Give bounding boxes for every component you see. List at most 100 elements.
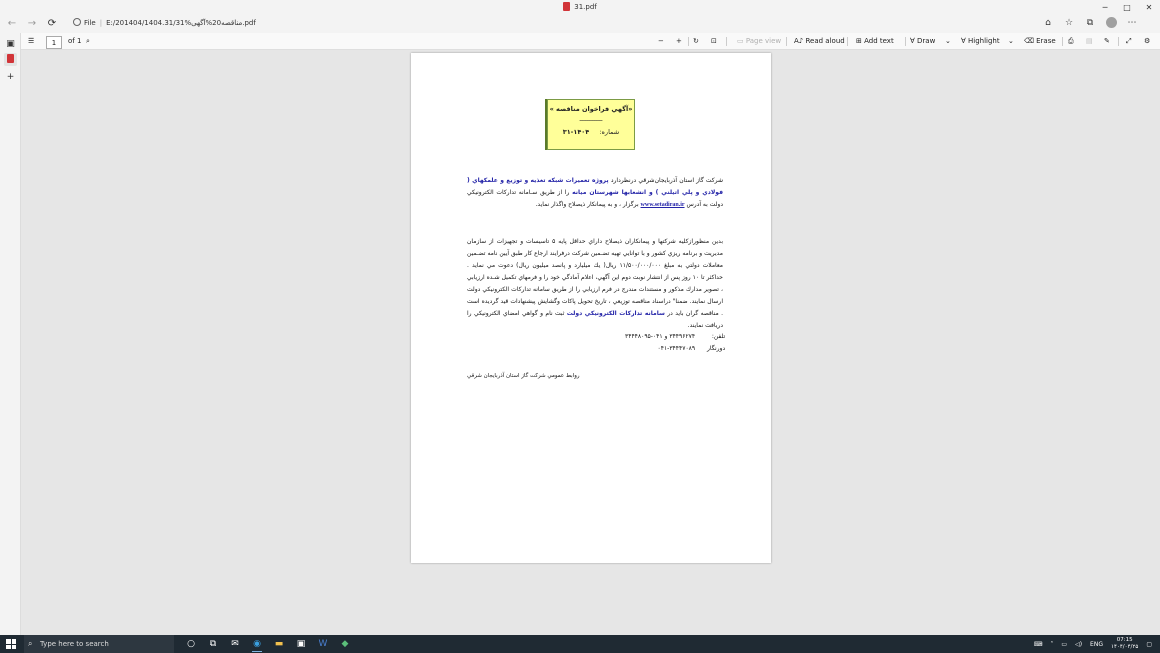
read-aloud-label: Read aloud (805, 37, 845, 45)
notifications-icon[interactable]: ▢ (1146, 641, 1152, 648)
back-icon[interactable]: ← (5, 17, 19, 31)
find-search-icon[interactable]: ⌕ (86, 35, 90, 48)
volume-icon[interactable]: ◁) (1075, 641, 1082, 648)
zoom-out-icon[interactable]: − (658, 35, 664, 48)
draw-label: Draw (917, 37, 936, 45)
save-icon[interactable]: ▤ (1086, 35, 1093, 48)
file-path[interactable]: E:/201404/1404.31/31%مناقصه20%آگهی.pdf (106, 19, 256, 27)
search-placeholder: Type here to search (40, 640, 109, 648)
setad-system-name: سامانه تداركات الكترونيكي دولت (566, 310, 665, 317)
public-relations-signature: روابط عمومي شركت گاز استان آذربايجان شرق… (467, 373, 580, 379)
window-title-text: 31.pdf (574, 3, 597, 11)
favorites-star-icon[interactable]: ☆ (1063, 17, 1075, 29)
page-view-icon: ▭ (737, 37, 746, 45)
mail-icon[interactable]: ✉ (224, 635, 246, 653)
toolbar-divider (905, 37, 906, 46)
pdf-toolbar: ☰ 1 of 1 ⌕ − + ↻ ⊡ ▭ Page view A♪ Read a… (21, 33, 1160, 50)
page-view-label: Page view (745, 37, 782, 45)
fit-page-icon[interactable]: ⊡ (711, 35, 717, 48)
highlight-dropdown-chevron-icon[interactable]: ⌄ (1008, 35, 1014, 48)
notice-header-box: «آگهي فراخوان مناقصه » ـــــــــــــ شما… (547, 99, 635, 150)
profile-avatar[interactable] (1105, 17, 1117, 29)
network-icon[interactable]: ▭ (1061, 641, 1067, 648)
fax-value: ۰۴۱-۳۴۴۴۷۰۸۹ (657, 345, 696, 352)
draw-dropdown-chevron-icon[interactable]: ⌄ (945, 35, 951, 48)
contact-info: تلفن: ۳۴۴۹۶۲۷۴ و ۰۴۱-۳۴۴۴۸۰۹۵ دورنگار ۰۴۱-… (625, 331, 725, 355)
pdf-page[interactable]: «آگهي فراخوان مناقصه » ـــــــــــــ شما… (411, 53, 771, 563)
notice-number: ۱۴۰۴-۳۱ (562, 128, 590, 136)
erase-button[interactable]: ⌫ Erase (1024, 35, 1056, 48)
rotate-icon[interactable]: ↻ (693, 35, 699, 48)
edge-browser-icon[interactable]: ◉ (246, 635, 268, 653)
page-count-label: of 1 (68, 37, 82, 45)
toolbar-divider (1062, 37, 1063, 46)
store-icon[interactable]: ▣ (290, 635, 312, 653)
print-icon[interactable]: ⎙ (1068, 35, 1074, 48)
notice-number-line: شماره: ۱۴۰۴-۳۱ (548, 128, 634, 136)
tender-paragraph-1: شركت گاز استان آذربايجان‌شرقي درنظردارد … (467, 175, 723, 211)
pdf-file-icon (563, 2, 571, 11)
close-button[interactable]: ✕ (1138, 0, 1160, 15)
setadiran-link[interactable]: www.setadiran.ir (641, 202, 685, 208)
toolbar-divider (726, 37, 727, 46)
file-explorer-icon[interactable]: ▬ (268, 635, 290, 653)
collections-icon[interactable]: ⧉ (1084, 17, 1096, 29)
url-field[interactable]: File | E:/201404/1404.31/31%مناقصه20%آگهی.… (69, 16, 1049, 31)
forward-icon[interactable]: → (25, 17, 39, 31)
toolbar-divider (1118, 37, 1119, 46)
add-text-button[interactable]: ⊞ Add text (856, 35, 894, 48)
page-view-button[interactable]: ▭ Page view (737, 35, 781, 48)
notice-dashes: ـــــــــــــ (579, 116, 603, 123)
highlight-button[interactable]: ∀ Highlight (961, 35, 1000, 48)
task-view-icon[interactable]: ⧉ (202, 635, 224, 653)
paragraph-2-text: بدين منظوراز‌كليه شركتها و پيمانكاران ذي… (467, 238, 724, 317)
save-as-icon[interactable]: ✎ (1104, 35, 1110, 48)
cortana-circle-icon[interactable]: ○ (180, 635, 202, 653)
settings-gear-icon[interactable]: ⚙ (1144, 35, 1150, 48)
word-icon[interactable]: W (312, 635, 334, 653)
tab-actions-icon[interactable]: ▣ (4, 38, 17, 51)
read-mode-icon[interactable]: ⌂ (1042, 17, 1054, 29)
draw-button[interactable]: ∀ Draw (910, 35, 935, 48)
keyboard-icon[interactable]: ⌨ (1034, 641, 1043, 648)
clock-date: ۱۴۰۴/۰۴/۲۵ (1110, 644, 1139, 650)
phone-row: تلفن: ۳۴۴۹۶۲۷۴ و ۰۴۱-۳۴۴۴۸۰۹۵ (625, 331, 725, 343)
taskbar: ⌕ Type here to search ○ ⧉ ✉ ◉ ▬ ▣ W ◆ ⌨ ˄… (0, 635, 1160, 653)
zoom-in-icon[interactable]: + (676, 35, 682, 48)
phone-value: ۳۴۴۹۶۲۷۴ و ۰۴۱-۳۴۴۴۸۰۹۵ (625, 333, 696, 340)
highlight-icon: ∀ (961, 37, 969, 45)
app-icon[interactable]: ◆ (334, 635, 356, 653)
more-menu-icon[interactable]: ⋯ (1126, 17, 1138, 29)
toolbar-divider (847, 37, 848, 46)
read-aloud-button[interactable]: A♪ Read aloud (794, 35, 845, 48)
language-indicator[interactable]: ENG (1090, 641, 1103, 648)
clock[interactable]: 07:15 ۱۴۰۴/۰۴/۲۵ (1111, 637, 1138, 651)
windows-start-icon[interactable] (6, 639, 16, 649)
tender-paragraph-2: بدين منظوراز‌كليه شركتها و پيمانكاران ذي… (467, 236, 723, 332)
contents-list-icon[interactable]: ☰ (28, 35, 34, 48)
toolbar-divider (786, 37, 787, 46)
address-separator: | (99, 19, 103, 27)
notice-number-label: شماره: (599, 128, 620, 136)
minimize-button[interactable]: ─ (1094, 0, 1116, 15)
phone-label: تلفن: (711, 333, 726, 340)
info-icon[interactable] (73, 18, 81, 26)
erase-label: Erase (1036, 37, 1056, 45)
draw-icon: ∀ (910, 37, 918, 45)
page-number-input[interactable]: 1 (46, 36, 62, 49)
fax-row: دورنگار ۰۴۱-۳۴۴۴۷۰۸۹ (625, 343, 726, 355)
new-tab-plus-icon[interactable]: + (4, 71, 17, 84)
fullscreen-icon[interactable]: ⤢ (1126, 35, 1132, 48)
search-icon: ⌕ (28, 639, 33, 648)
taskbar-search-box[interactable]: ⌕ Type here to search (24, 635, 174, 653)
left-sidebar: ▣ + (0, 33, 21, 635)
window-title: 31.pdf (0, 2, 1160, 11)
show-hidden-chevron-icon[interactable]: ˄ (1050, 641, 1053, 648)
fax-label: دورنگار (706, 345, 726, 352)
refresh-icon[interactable]: ⟳ (45, 17, 59, 31)
maximize-button[interactable]: □ (1116, 0, 1138, 15)
highlight-label: Highlight (968, 37, 1000, 45)
add-text-icon: ⊞ (856, 37, 865, 45)
pdf-tab-icon[interactable] (4, 53, 17, 66)
eraser-icon: ⌫ (1024, 37, 1037, 45)
